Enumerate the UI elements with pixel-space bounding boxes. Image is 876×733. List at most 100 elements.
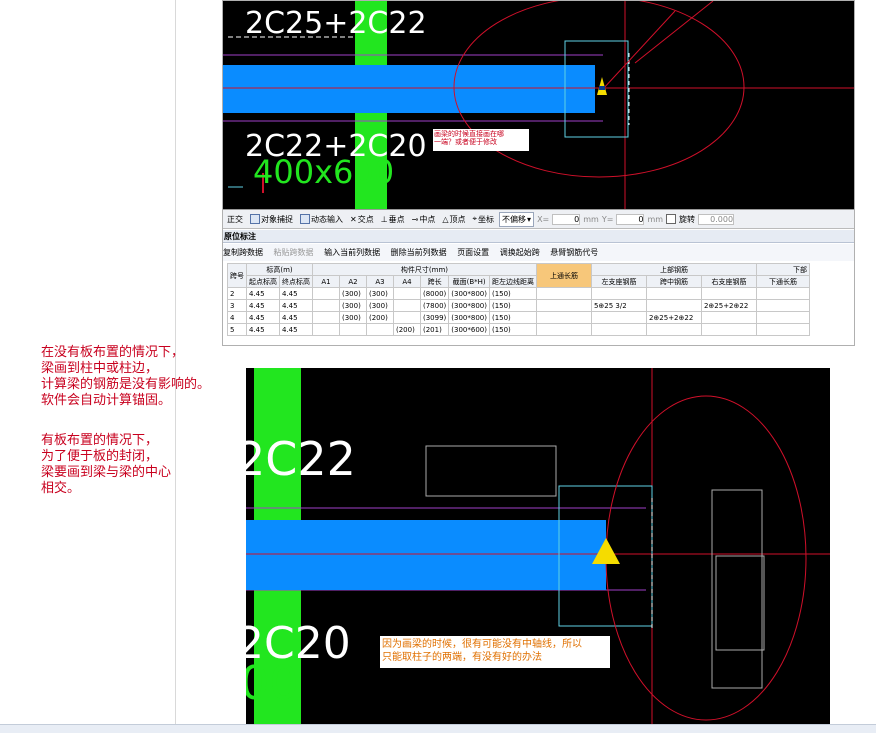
vertex-snap-button[interactable]: △ 顶点 [440, 213, 467, 226]
table-row[interactable]: 2 4.45 4.45 (300) (300) (8000) (300*800) (150) [227, 287, 810, 300]
table-cell[interactable] [339, 323, 367, 336]
table-cell[interactable] [590, 287, 647, 300]
vertex-icon: △ [442, 214, 449, 224]
table-cell[interactable]: 5⊕25 3/2 [590, 299, 647, 312]
th-a1: A1 [312, 275, 340, 288]
table-cell[interactable] [366, 323, 394, 336]
table-cell[interactable] [312, 323, 340, 336]
table-cell[interactable] [393, 299, 421, 312]
table-cell[interactable]: (300*600) [448, 323, 490, 336]
paste-span-button[interactable]: 粘贴跨数据 [274, 248, 314, 257]
cad-viewport-bottom[interactable]: 2C22 2C20 00 因为画梁的时候，很有可能没有中轴线，所以 只能取柱子的… [246, 368, 830, 724]
table-cell[interactable] [645, 287, 702, 300]
delete-column-button[interactable]: 删除当前列数据 [391, 248, 447, 257]
table-cell[interactable]: (200) [393, 323, 421, 336]
table-cell[interactable] [590, 323, 647, 336]
table-cell[interactable]: 4.45 [279, 311, 313, 324]
table-cell[interactable]: 4 [227, 311, 247, 324]
table-cell[interactable]: (201) [419, 323, 450, 336]
table-cell[interactable]: (300) [339, 299, 367, 312]
table-row[interactable]: 3 4.45 4.45 (300) (300) (7800) (300*800) (150) 5… [227, 299, 810, 312]
rotate-input[interactable]: 0.000 [698, 213, 735, 225]
y-unit: mm [647, 214, 664, 224]
x-input[interactable]: 0 [552, 213, 581, 225]
rotate-label: 旋转 [679, 214, 696, 224]
table-cell[interactable]: 4.45 [246, 323, 280, 336]
panel-actions: 复制跨数据 粘贴跨数据 输入当前列数据 删除当前列数据 页面设置 调换起始跨 悬… [223, 244, 854, 261]
table-cell[interactable]: 2⊕25+2⊕22 [645, 311, 702, 324]
table-cell[interactable] [645, 299, 702, 312]
swap-start-span-button[interactable]: 调换起始跨 [500, 248, 540, 257]
table-cell[interactable]: (3099) [419, 311, 450, 324]
cantilever-code-button[interactable]: 悬臂钢筋代号 [550, 248, 598, 257]
table-cell[interactable] [755, 311, 810, 324]
col-top-rebar: 上部钢筋 [590, 263, 757, 276]
table-cell[interactable] [590, 311, 647, 324]
offset-select[interactable]: 不偏移 ▾ [499, 211, 535, 227]
table-cell[interactable]: 4.45 [246, 299, 280, 312]
col-size: 构件尺寸(mm) [312, 263, 537, 276]
table-cell[interactable]: (8000) [419, 287, 450, 300]
table-cell[interactable]: (200) [366, 311, 394, 324]
y-input[interactable]: 0 [616, 213, 645, 225]
panel-title: 原位标注 [223, 230, 854, 243]
rotate-checkbox[interactable] [666, 214, 677, 224]
table-cell[interactable] [312, 299, 340, 312]
th-a2: A2 [339, 275, 367, 288]
table-cell[interactable] [645, 323, 702, 336]
annotation-box-bottom: 因为画梁的时候，很有可能没有中轴线，所以 只能取柱子的两端，有没有好的办法 [380, 636, 610, 668]
table-cell[interactable] [755, 287, 810, 300]
table-cell[interactable]: (300*800) [448, 311, 490, 324]
table-cell[interactable] [312, 311, 340, 324]
th-left-distance: 距左边线距离 [488, 275, 537, 288]
table-cell[interactable]: (300*800) [448, 287, 490, 300]
table-cell[interactable]: 4.45 [246, 311, 280, 324]
perpendicular-icon: ⊥ [380, 214, 388, 224]
table-cell[interactable] [700, 323, 757, 336]
table-cell[interactable] [535, 287, 592, 300]
table-cell[interactable] [755, 323, 810, 336]
table-row[interactable]: 4 4.45 4.45 (300) (200) (3099) (300*800) (150) 2… [227, 311, 810, 324]
table-cell[interactable]: 4.45 [246, 287, 280, 300]
table-cell[interactable]: 5 [227, 323, 247, 336]
cross-icon: ✕ [350, 214, 357, 224]
table-cell[interactable]: 4.45 [279, 299, 313, 312]
table-cell[interactable]: (150) [488, 323, 537, 336]
table-cell[interactable]: (150) [488, 311, 537, 324]
intersection-snap-button[interactable]: ✕ 交点 [348, 213, 376, 226]
table-cell[interactable]: 2 [227, 287, 247, 300]
cad-viewport-top[interactable]: 2C25+2C22 2C22+2C20 400x600 画梁的时候直接画在哪 一… [223, 1, 854, 209]
object-snap-button[interactable]: 对象捕捉 [248, 213, 295, 226]
table-cell[interactable]: (7800) [419, 299, 450, 312]
page-setup-button[interactable]: 页面设置 [457, 248, 489, 257]
table-cell[interactable] [700, 311, 757, 324]
dynamic-input-button[interactable]: 动态输入 [298, 213, 345, 226]
table-cell[interactable]: (150) [488, 287, 537, 300]
midpoint-snap-button[interactable]: ⊸ 中点 [410, 213, 438, 226]
table-cell[interactable]: (300*800) [448, 299, 490, 312]
table-cell[interactable]: (300) [339, 287, 367, 300]
table-cell[interactable]: 4.45 [279, 287, 313, 300]
ortho-button[interactable]: 正交 [225, 213, 245, 226]
table-cell[interactable]: (150) [488, 299, 537, 312]
table-cell[interactable] [393, 311, 421, 324]
table-cell[interactable] [535, 323, 592, 336]
copy-span-button[interactable]: 复制跨数据 [223, 248, 263, 257]
table-cell[interactable] [755, 299, 810, 312]
table-cell[interactable] [393, 287, 421, 300]
table-cell[interactable] [700, 287, 757, 300]
table-cell[interactable] [535, 299, 592, 312]
table-cell[interactable]: 4.45 [279, 323, 313, 336]
table-cell[interactable]: 3 [227, 299, 247, 312]
table-cell[interactable]: (300) [366, 287, 394, 300]
table-row[interactable]: 5 4.45 4.45 (200) (201) (300*600) (150) [227, 323, 810, 336]
table-cell[interactable] [312, 287, 340, 300]
coordinate-button[interactable]: ⌖ 坐标 [471, 213, 497, 226]
table-cell[interactable] [535, 311, 592, 324]
input-column-button[interactable]: 输入当前列数据 [324, 248, 380, 257]
perpendicular-snap-button[interactable]: ⊥ 垂点 [379, 213, 407, 226]
table-cell[interactable]: (300) [339, 311, 367, 324]
table-cell[interactable]: 2⊕25+2⊕22 [700, 299, 757, 312]
top-screenshot: 2C25+2C22 2C22+2C20 400x600 画梁的时候直接画在哪 一… [222, 0, 855, 346]
table-cell[interactable]: (300) [366, 299, 394, 312]
